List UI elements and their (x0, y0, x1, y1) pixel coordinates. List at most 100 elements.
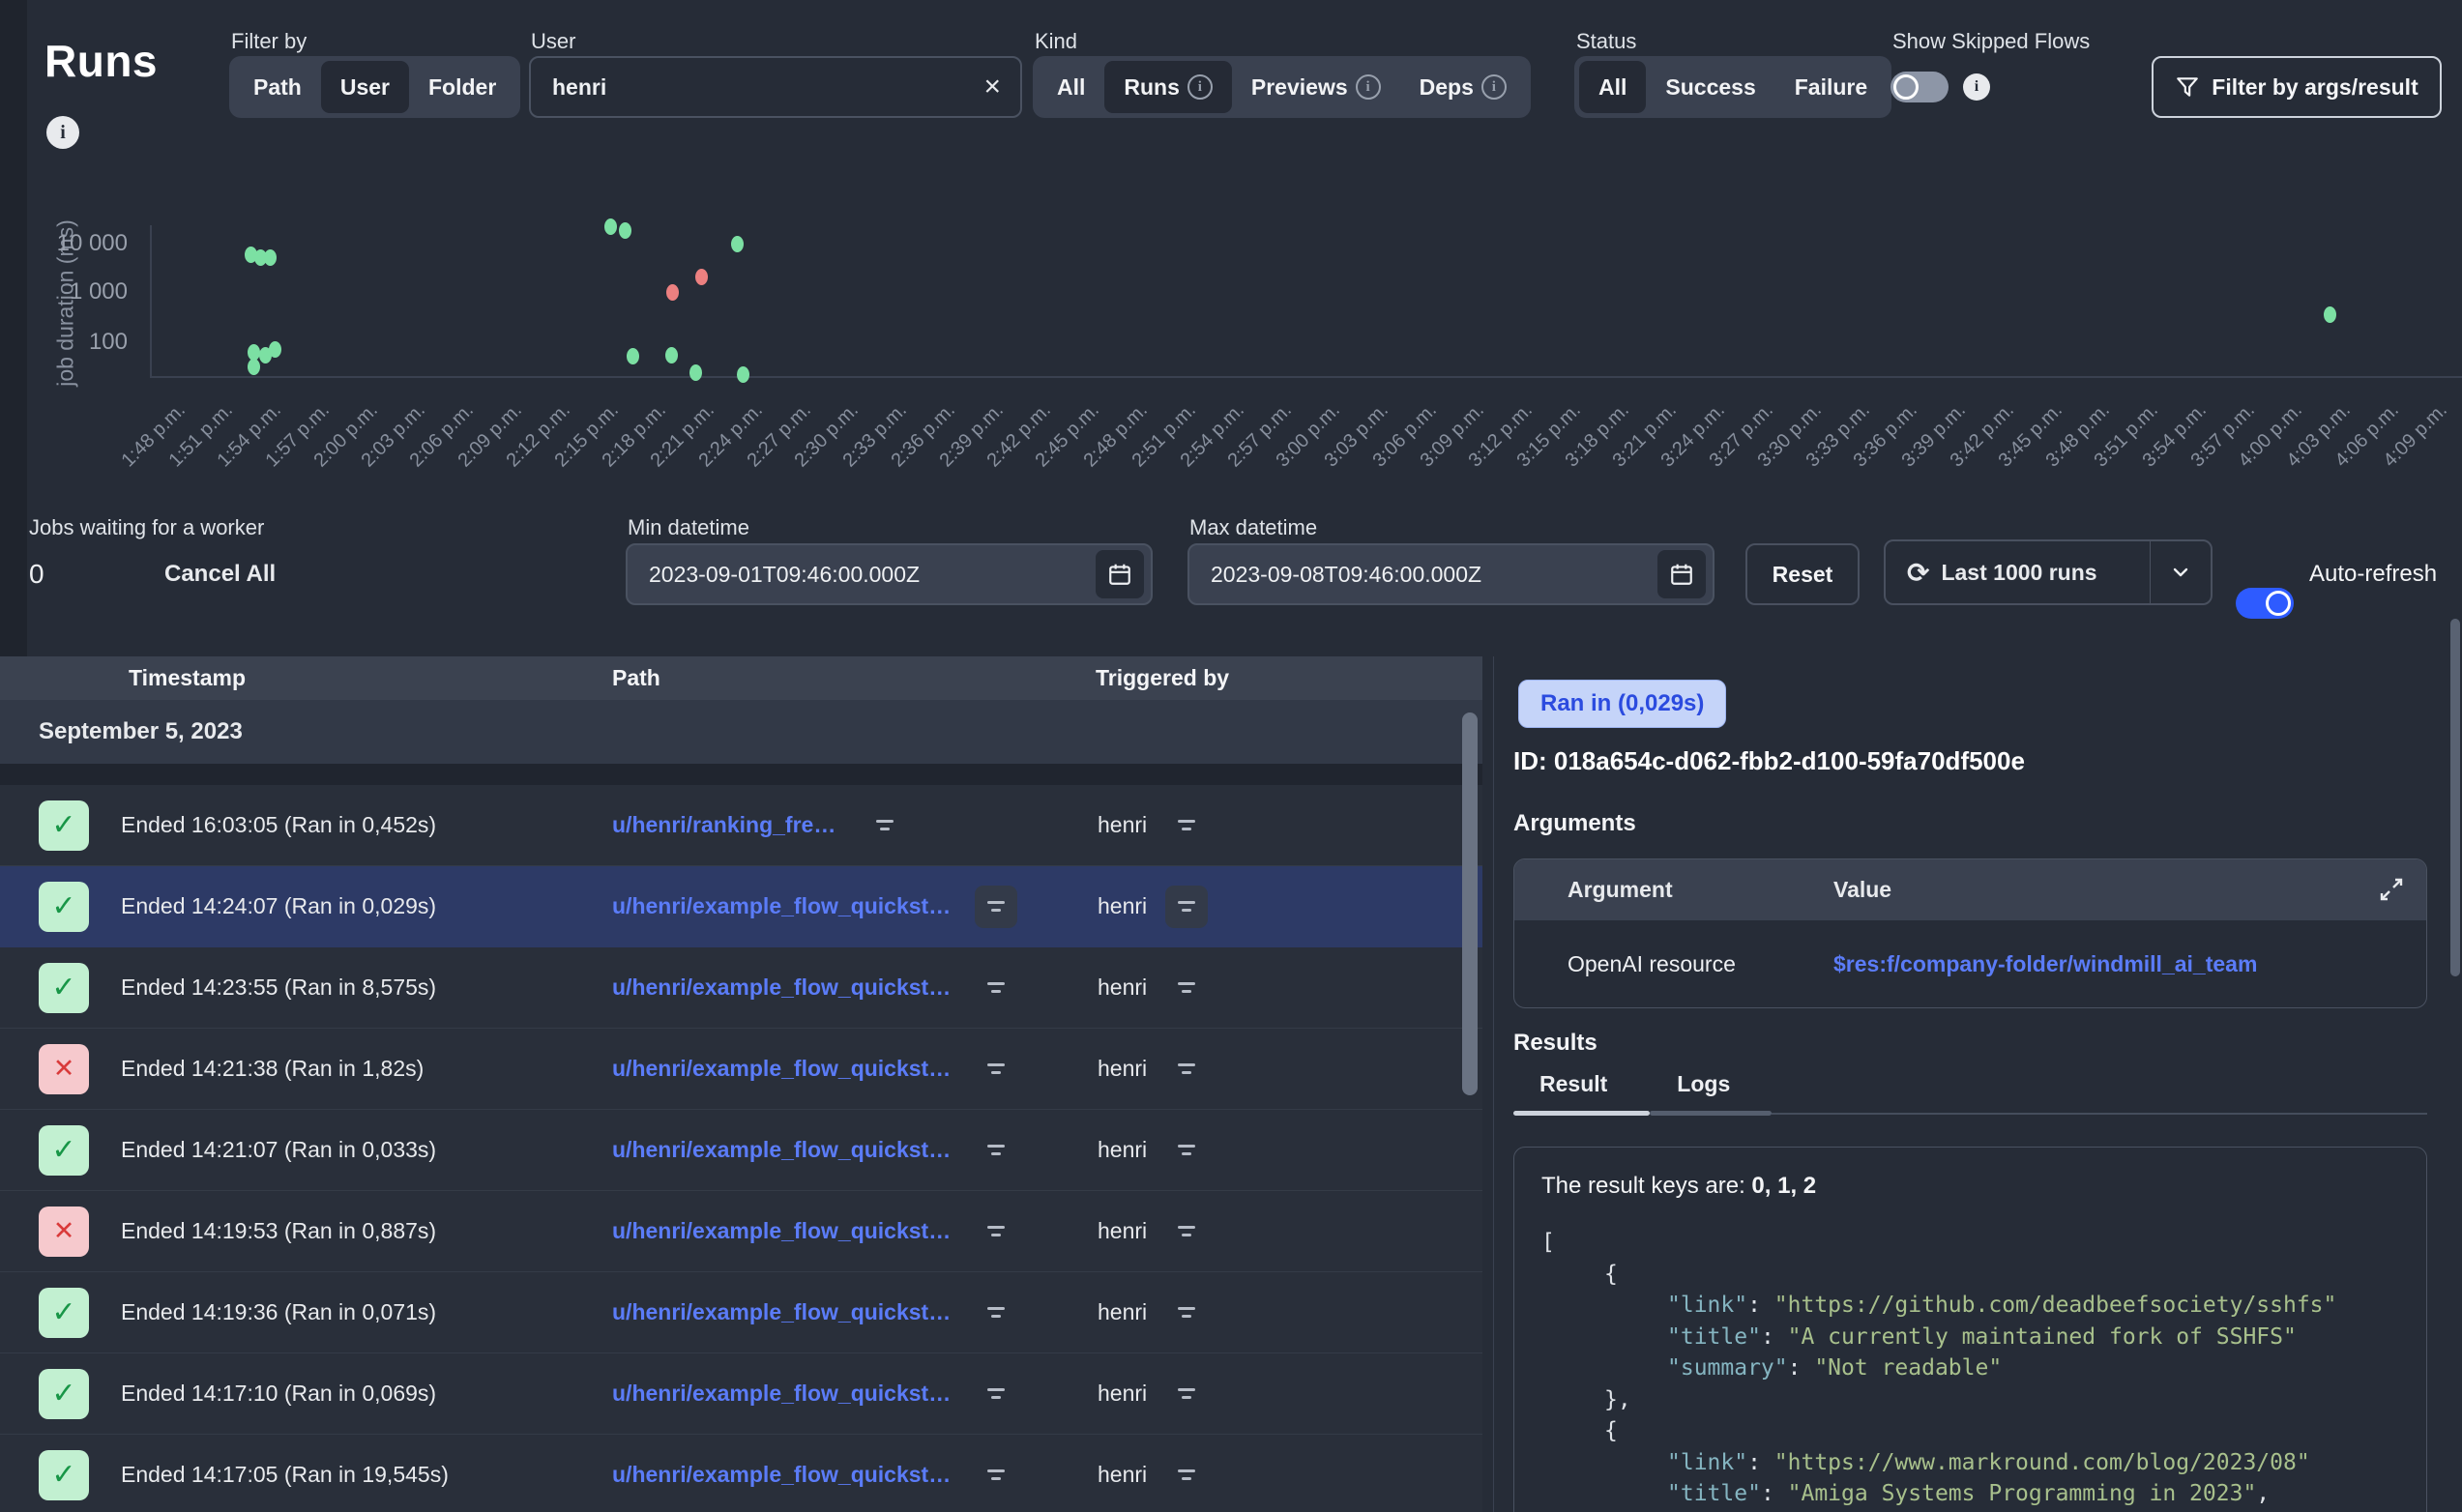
result-intro-prefix: The result keys are: (1541, 1173, 1751, 1199)
argument-value-link[interactable]: $res:f/company-folder/windmill_ai_team (1833, 951, 2257, 977)
filter-by-value-icon[interactable] (1165, 1292, 1208, 1334)
filter-by-value-icon[interactable] (1165, 967, 1208, 1009)
calendar-icon (1669, 562, 1694, 587)
duration-scatter-chart: job duration (ms) 10 000 1 000 100 1:48 … (0, 0, 2462, 503)
panel-divider (1493, 656, 1494, 1512)
table-scrollbar[interactable] (1462, 712, 1478, 1095)
run-triggered-by: henri (1098, 812, 1147, 838)
run-duration-badge: Ran in (0,029s) (1518, 680, 1726, 728)
run-path-link[interactable]: u/henri/example_flow_quickst… (612, 1299, 951, 1325)
args-col-argument: Argument (1568, 877, 1673, 903)
run-path-link[interactable]: u/henri/example_flow_quickst… (612, 1218, 951, 1244)
run-id: ID: 018a654c-d062-fbb2-d100-59fa70df500e (1513, 746, 2025, 776)
table-row[interactable]: ✕Ended 14:19:53 (Ran in 0,887s)u/henri/e… (0, 1191, 1482, 1272)
filter-by-value-icon[interactable] (975, 1373, 1017, 1415)
run-path-link[interactable]: u/henri/example_flow_quickst… (612, 893, 951, 919)
success-icon: ✓ (39, 882, 89, 932)
filter-by-value-icon[interactable] (975, 1048, 1017, 1090)
success-icon: ✓ (39, 1450, 89, 1500)
reset-button[interactable]: Reset (1745, 543, 1860, 605)
run-timestamp: Ended 14:17:05 (Ran in 19,545s) (121, 1462, 449, 1488)
filter-by-value-icon[interactable] (975, 886, 1017, 928)
failure-icon: ✕ (39, 1044, 89, 1094)
json-line: }, (1541, 1384, 2426, 1416)
max-datetime-calendar-button[interactable] (1657, 550, 1706, 598)
col-path[interactable]: Path (612, 665, 660, 691)
run-path-link[interactable]: u/henri/example_flow_quickst… (612, 1462, 951, 1488)
run-timestamp: Ended 14:21:07 (Ran in 0,033s) (121, 1137, 436, 1163)
run-path-link[interactable]: u/henri/example_flow_quickst… (612, 1056, 951, 1082)
page-scrollbar[interactable] (2450, 619, 2460, 976)
last-runs-dropdown-button[interactable] (2151, 561, 2211, 584)
max-datetime-input-wrap: 2023-09-08T09:46:00.000Z (1187, 543, 1715, 605)
run-triggered-by: henri (1098, 1218, 1147, 1244)
run-timestamp: Ended 14:23:55 (Ran in 8,575s) (121, 974, 436, 1001)
expand-icon[interactable] (2378, 876, 2405, 909)
table-gap (0, 764, 1482, 785)
filter-by-value-icon[interactable] (975, 1129, 1017, 1172)
max-datetime-input[interactable]: 2023-09-08T09:46:00.000Z (1189, 562, 1481, 588)
filter-by-value-icon[interactable] (975, 967, 1017, 1009)
run-path-link[interactable]: u/henri/example_flow_quickst… (612, 1137, 951, 1163)
run-path-link[interactable]: u/henri/ranking_fre… (612, 812, 835, 838)
min-datetime-input[interactable]: 2023-09-01T09:46:00.000Z (628, 562, 920, 588)
filter-by-value-icon[interactable] (1165, 1048, 1208, 1090)
table-row[interactable]: ✓Ended 14:17:10 (Ran in 0,069s)u/henri/e… (0, 1353, 1482, 1435)
arguments-table: Argument Value OpenAI resource $res:f/co… (1513, 858, 2427, 1008)
run-timestamp: Ended 16:03:05 (Ran in 0,452s) (121, 812, 436, 838)
table-row[interactable]: ✓ Ended 14:23:55 (Ran in 8,575s) u/henri/e… (0, 947, 1482, 1029)
filter-by-value-icon[interactable] (975, 1454, 1017, 1497)
filter-by-value-icon[interactable] (1165, 804, 1208, 847)
jobs-waiting-count: 0 (29, 559, 44, 590)
run-triggered-by: henri (1098, 1056, 1147, 1082)
filter-by-value-icon[interactable] (864, 804, 906, 847)
min-datetime-input-wrap: 2023-09-01T09:46:00.000Z (626, 543, 1153, 605)
table-row[interactable]: ✓ Ended 16:03:05 (Ran in 0,452s) u/henri/r… (0, 785, 1482, 866)
filter-by-value-icon[interactable] (975, 1210, 1017, 1253)
filter-by-value-icon[interactable] (975, 1292, 1017, 1334)
table-row[interactable]: ✓ Ended 14:21:07 (Ran in 0,033s) u/henri/e… (0, 1110, 1482, 1191)
table-row[interactable]: ✕Ended 14:21:38 (Ran in 1,82s)u/henri/ex… (0, 1029, 1482, 1110)
runs-table-body: ✓ Ended 16:03:05 (Ran in 0,452s) u/henri/r… (0, 785, 1482, 1512)
args-col-value: Value (1833, 877, 1891, 903)
table-row[interactable]: ✓ Ended 14:24:07 (Ran in 0,029s) u/henri/e… (0, 866, 1482, 947)
success-icon: ✓ (39, 1288, 89, 1338)
result-intro: The result keys are: 0, 1, 2 (1541, 1173, 2426, 1200)
result-keys: 0, 1, 2 (1751, 1173, 1816, 1199)
date-group-row: September 5, 2023 (0, 700, 1482, 764)
toggle-knob (2266, 591, 2291, 616)
col-triggered-by[interactable]: Triggered by (1096, 665, 1229, 691)
last-runs-button[interactable]: ⟳ Last 1000 runs (1886, 557, 2150, 589)
run-path-link[interactable]: u/henri/example_flow_quickst… (612, 974, 951, 1001)
filter-by-value-icon[interactable] (1165, 1373, 1208, 1415)
max-datetime-label: Max datetime (1189, 515, 1317, 540)
col-timestamp[interactable]: Timestamp (129, 665, 246, 691)
run-path-link[interactable]: u/henri/example_flow_quickst… (612, 1381, 951, 1407)
auto-refresh-label: Auto-refresh (2309, 561, 2437, 588)
arguments-heading: Arguments (1513, 810, 1636, 837)
filter-by-value-icon[interactable] (1165, 886, 1208, 928)
last-runs-split-button: ⟳ Last 1000 runs (1884, 539, 2213, 605)
success-icon: ✓ (39, 1369, 89, 1419)
table-header: Timestamp Path Triggered by (0, 656, 1482, 700)
run-timestamp: Ended 14:19:36 (Ran in 0,071s) (121, 1299, 436, 1325)
filter-by-value-icon[interactable] (1165, 1210, 1208, 1253)
success-icon: ✓ (39, 800, 89, 851)
run-triggered-by: henri (1098, 1381, 1147, 1407)
tab-logs-underline (1650, 1111, 1772, 1116)
success-icon: ✓ (39, 963, 89, 1013)
table-row[interactable]: ✓ Ended 14:19:36 (Ran in 0,071s) u/henri/e… (0, 1272, 1482, 1353)
calendar-icon (1107, 562, 1132, 587)
table-row[interactable]: ✓ Ended 14:17:05 (Ran in 19,545s) u/henri/… (0, 1435, 1482, 1512)
auto-refresh-toggle[interactable] (2236, 588, 2294, 619)
filter-by-value-icon[interactable] (1165, 1454, 1208, 1497)
run-timestamp: Ended 14:24:07 (Ran in 0,029s) (121, 893, 436, 919)
filter-by-value-icon[interactable] (1165, 1129, 1208, 1172)
success-icon: ✓ (39, 1125, 89, 1176)
tab-result[interactable]: Result (1539, 1071, 1607, 1111)
results-heading: Results (1513, 1030, 1597, 1057)
tab-logs[interactable]: Logs (1677, 1071, 1730, 1111)
cancel-all-button[interactable]: Cancel All (164, 561, 276, 588)
min-datetime-calendar-button[interactable] (1096, 550, 1144, 598)
json-line: "summary": "Not readable" (1541, 1352, 2426, 1384)
